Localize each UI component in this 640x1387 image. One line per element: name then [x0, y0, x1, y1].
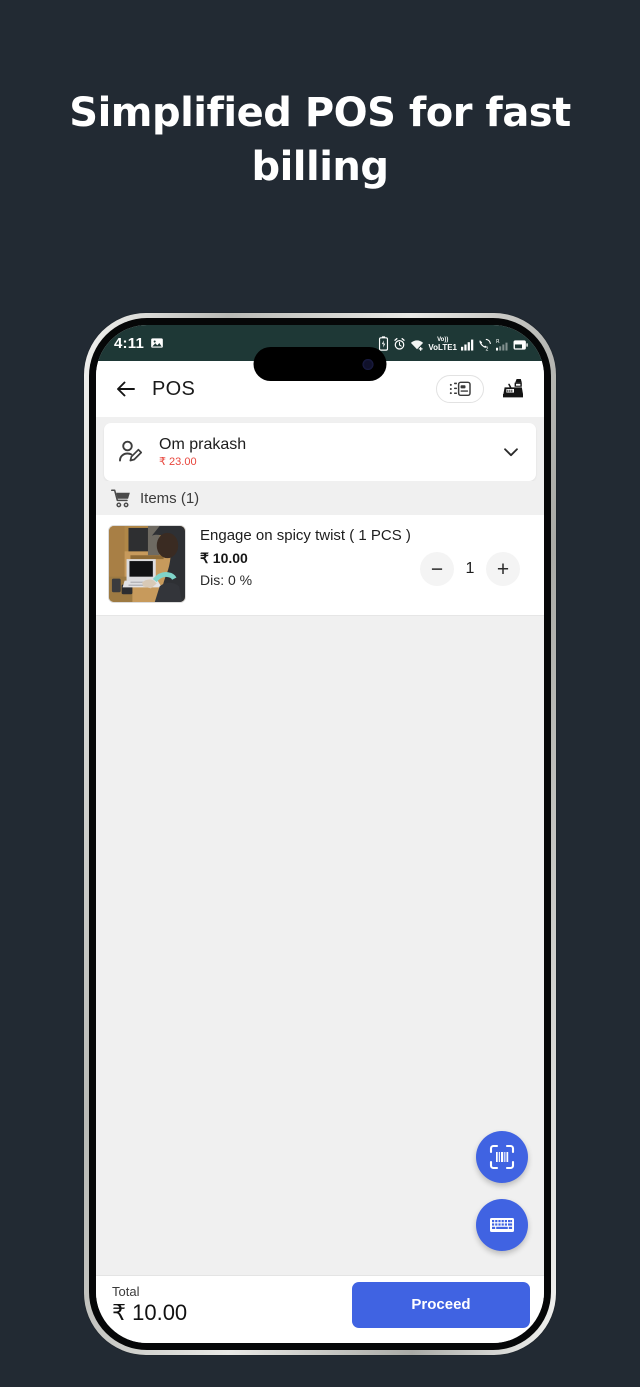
quantity-value: 1: [465, 560, 475, 577]
back-button[interactable]: [114, 377, 138, 401]
wifi-icon: [410, 338, 424, 351]
receipt-list-icon: [449, 381, 471, 397]
product-thumbnail: [108, 525, 186, 603]
total-value: ₹ 10.00: [112, 1299, 188, 1325]
person-edit-icon: [117, 439, 145, 465]
image-icon: [150, 336, 164, 350]
roaming-signal-icon: R: [496, 338, 509, 351]
cart-item-info: Engage on spicy twist ( 1 PCS ) ₹ 10.00 …: [200, 525, 528, 603]
pos-content: Om prakash ₹ 23.00 Items (1) Engage on s…: [96, 417, 544, 1275]
cart-item-prices: ₹ 10.00 Dis: 0 %: [200, 550, 420, 588]
decrement-quantity-button[interactable]: −: [420, 552, 454, 586]
cash-register-button[interactable]: [498, 374, 528, 404]
back-arrow-icon: [117, 381, 135, 397]
dynamic-island: [253, 347, 387, 381]
phone-mockup: 4:11 Vo)) VoLTE1 2 R POS Om prakash ₹ 23…: [84, 313, 556, 1355]
customer-name: Om prakash: [159, 436, 247, 453]
barcode-scan-icon: [489, 1144, 515, 1170]
receipt-list-button[interactable]: [436, 375, 484, 403]
total-section: Total ₹ 10.00: [112, 1284, 187, 1326]
barcode-scan-button[interactable]: [476, 1131, 528, 1183]
status-time: 4:11: [114, 334, 144, 352]
cart-item-bottom: ₹ 10.00 Dis: 0 % − 1 +: [200, 550, 528, 588]
volte-lte1-icon: Vo)) VoLTE1: [428, 337, 457, 352]
alarm-icon: [393, 337, 406, 351]
phone-bezel: 4:11 Vo)) VoLTE1 2 R POS Om prakash ₹ 23…: [89, 318, 551, 1350]
proceed-button[interactable]: Proceed: [352, 1281, 530, 1328]
page-title: Simplified POS for fast billing: [69, 90, 571, 190]
chevron-down-icon[interactable]: [500, 441, 522, 463]
cart-item-row[interactable]: Engage on spicy twist ( 1 PCS ) ₹ 10.00 …: [96, 515, 544, 616]
increment-quantity-button[interactable]: +: [486, 552, 520, 586]
items-header: Items (1): [96, 481, 544, 515]
lte-label: VoLTE1: [428, 342, 457, 352]
battery-saver-icon: [378, 335, 389, 351]
floating-action-buttons: [476, 1131, 528, 1251]
checkout-bar: Total ₹ 10.00 Proceed: [96, 1275, 544, 1343]
product-discount: Dis: 0 %: [200, 572, 253, 588]
manual-entry-keyboard-button[interactable]: [476, 1199, 528, 1251]
product-name: Engage on spicy twist ( 1 PCS ): [200, 527, 411, 544]
customer-info: Om prakash ₹ 23.00: [159, 436, 486, 468]
phone-screen: 4:11 Vo)) VoLTE1 2 R POS Om prakash ₹ 23…: [96, 325, 544, 1343]
total-label: Total: [112, 1283, 140, 1299]
keyboard-icon: [490, 1218, 514, 1232]
items-count-label: Items (1): [140, 489, 200, 507]
product-price: ₹ 10.00: [200, 550, 248, 566]
status-bar-right: Vo)) VoLTE1 2 R: [378, 335, 528, 352]
customer-due-amount: ₹ 23.00: [159, 456, 197, 468]
signal-bars-icon: [461, 338, 474, 351]
svg-text:R: R: [496, 339, 500, 345]
call-sim2-icon: 2: [478, 338, 492, 351]
customer-selector[interactable]: Om prakash ₹ 23.00: [104, 423, 536, 481]
cart-icon: [111, 488, 131, 508]
svg-text:2: 2: [485, 346, 488, 351]
front-camera: [362, 358, 374, 370]
cart-empty-space: [96, 616, 544, 1275]
battery-icon: [513, 339, 528, 351]
cash-register-icon: [503, 379, 523, 398]
status-bar-left: 4:11: [114, 335, 164, 352]
quantity-stepper: − 1 +: [420, 552, 528, 586]
